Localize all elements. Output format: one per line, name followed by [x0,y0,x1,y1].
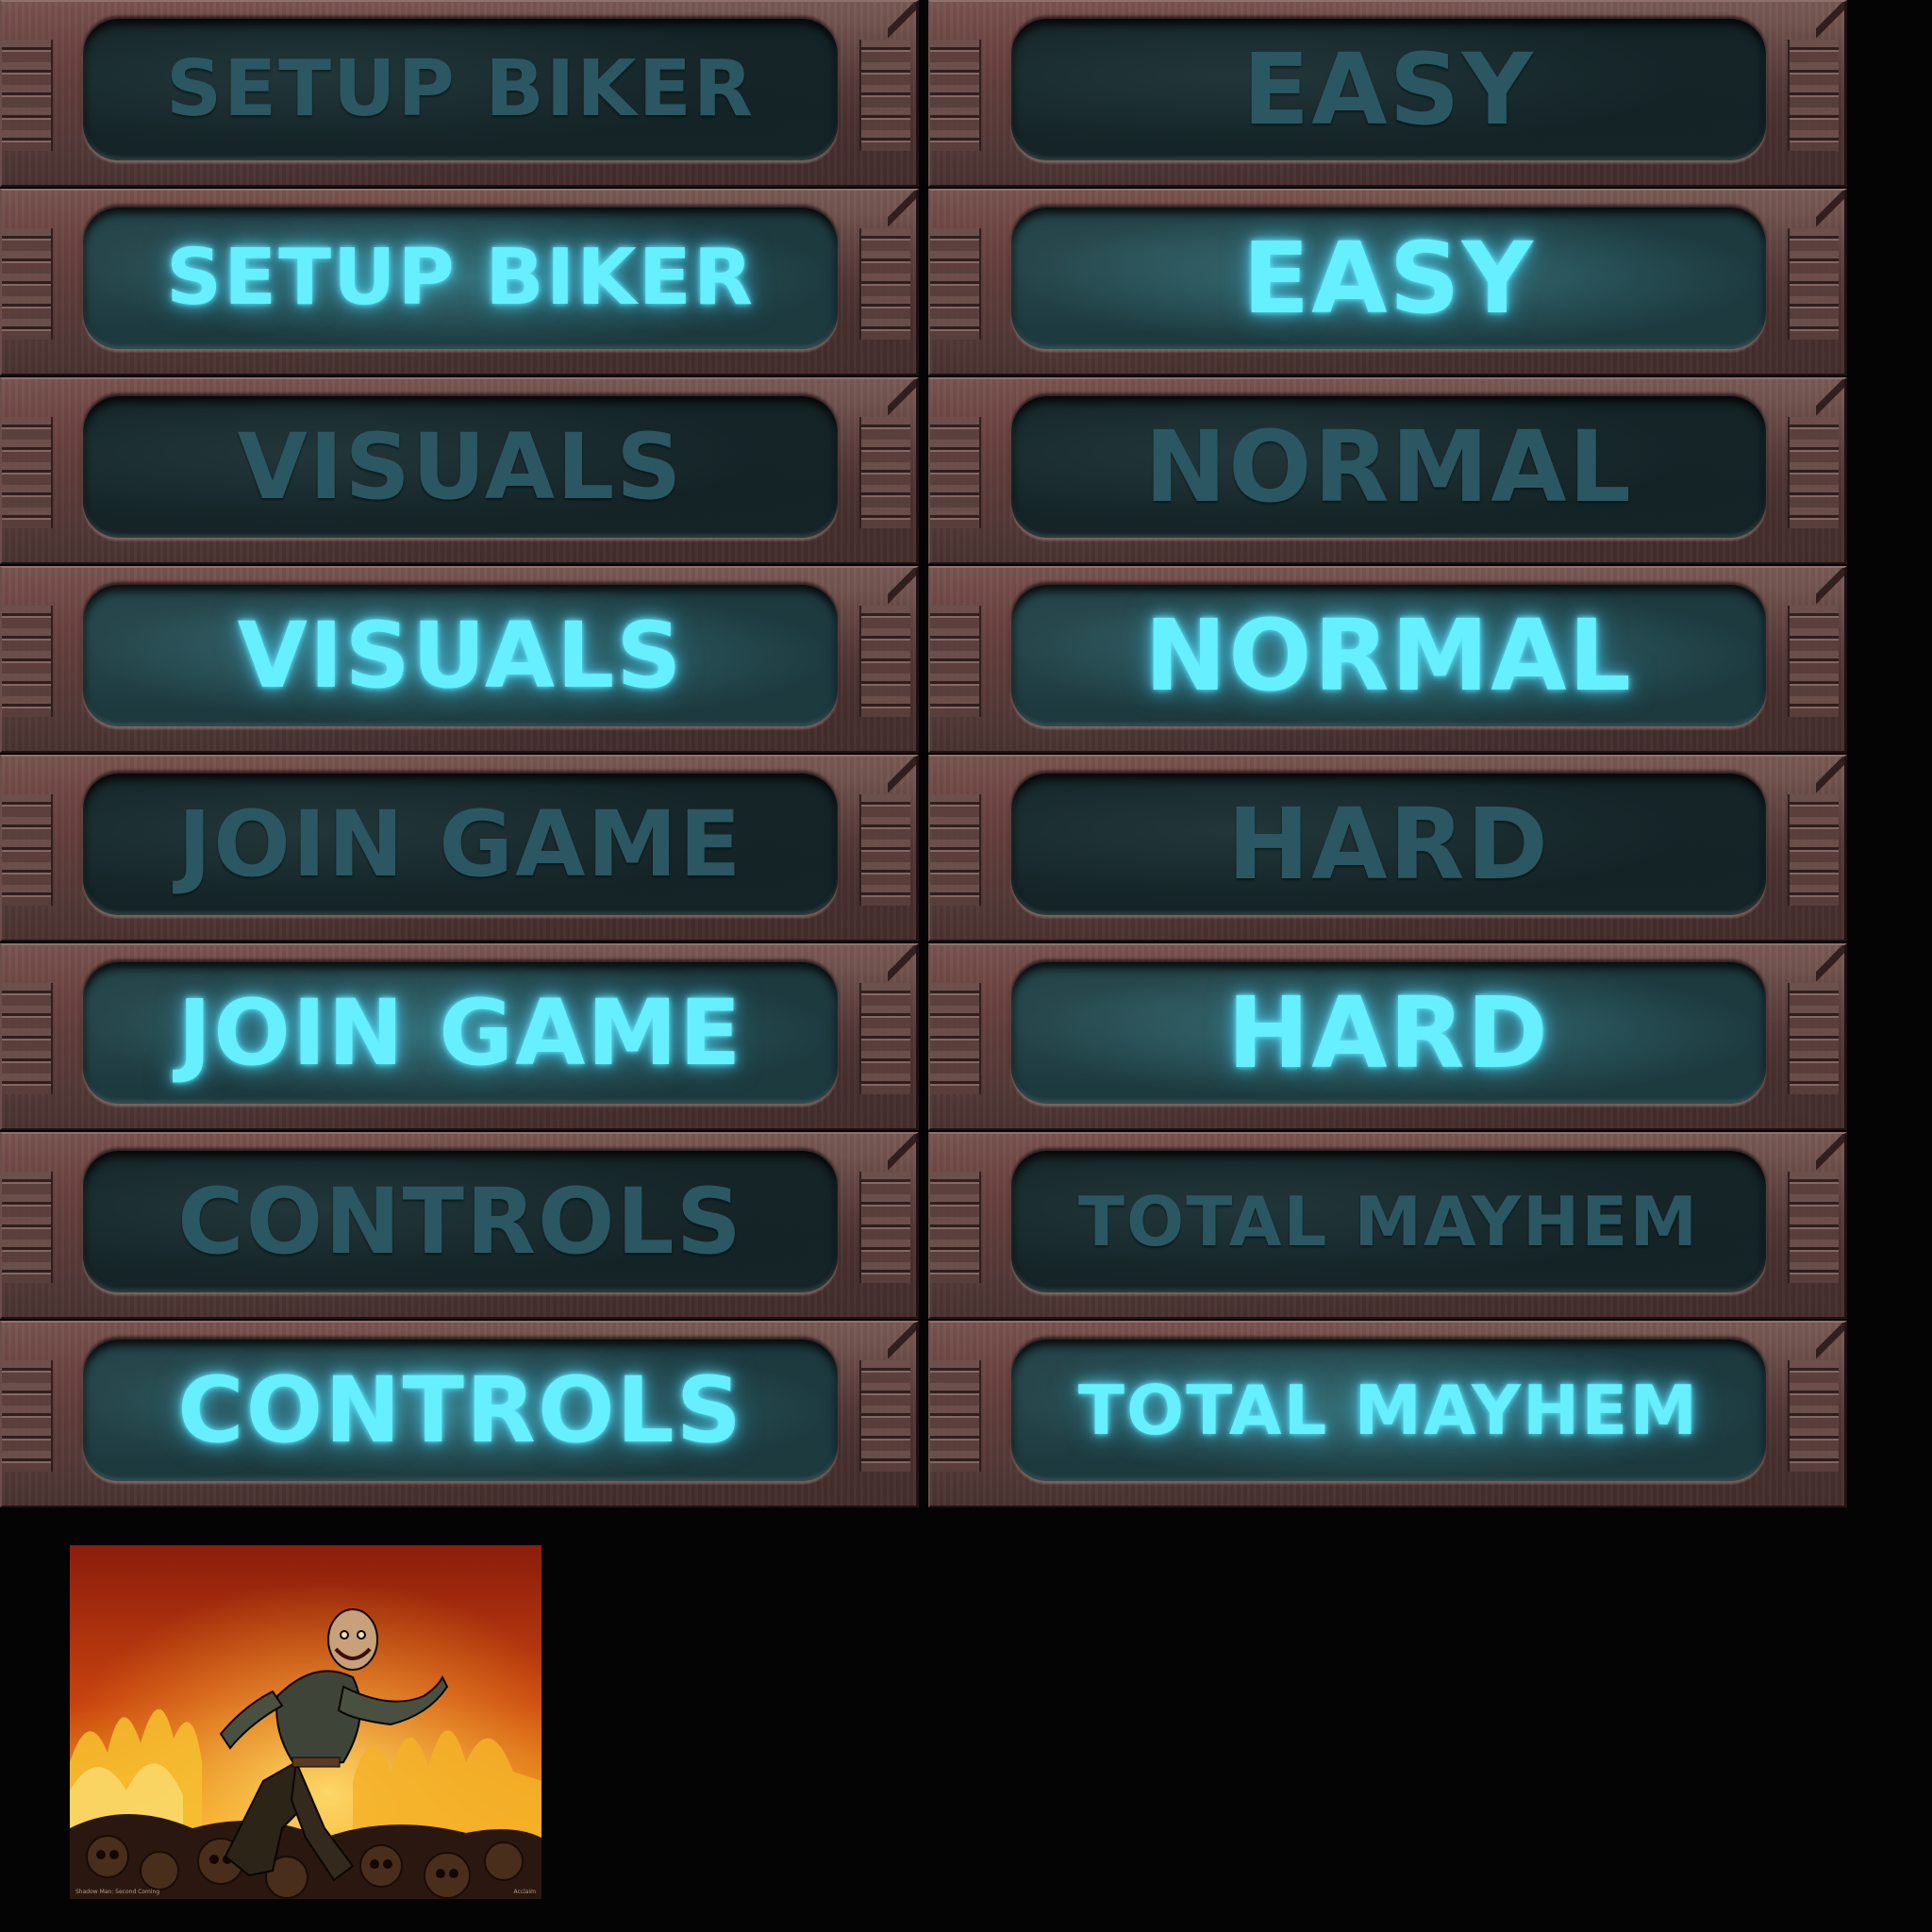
button-label: CONTROLS [177,1169,743,1274]
button-screen: JOIN GAME [83,774,838,915]
ridge-icon [2,40,53,151]
ridge-icon [2,983,53,1094]
difficulty-button-hard[interactable]: HARD [928,755,1847,941]
ridge-icon [1788,191,1844,340]
button-label: NORMAL [1144,598,1633,713]
button-label: VISUALS [237,603,684,708]
ridge-icon [859,757,916,906]
menu-button-join-game-highlighted[interactable]: JOIN GAME [0,943,919,1130]
artwork-caption: Shadow Man: Second Coming [75,1889,160,1895]
difficulty-button-total-mayhem[interactable]: TOTAL MAYHEM [928,1132,1847,1319]
menu-button-visuals[interactable]: VISUALS [0,377,919,564]
difficulty-column: EASY EASY NORMAL NORMAL HARD HARD TOTAL … [928,0,1847,1509]
button-screen: CONTROLS [83,1151,838,1292]
button-screen: CONTROLS [83,1340,838,1481]
button-screen: TOTAL MAYHEM [1011,1151,1766,1292]
ridge-icon [859,2,916,151]
artwork-credit: Acclaim [513,1889,536,1895]
menu-button-controls[interactable]: CONTROLS [0,1132,919,1319]
button-screen: NORMAL [1011,585,1766,726]
ridge-icon [859,1323,916,1472]
button-screen: SETUP BIKER [83,208,838,349]
button-screen: HARD [1011,774,1766,915]
button-label: VISUALS [237,414,684,520]
button-label: SETUP BIKER [166,44,755,134]
difficulty-button-normal-highlighted[interactable]: NORMAL [928,566,1847,753]
menu-sprite-sheet: SETUP BIKER SETUP BIKER VISUALS VISUALS [0,0,1849,1509]
ridge-icon [2,1360,53,1472]
button-label: EASY [1242,221,1535,336]
cover-artwork: Shadow Man: Second Coming Acclaim [70,1545,541,1899]
difficulty-button-total-mayhem-highlighted[interactable]: TOTAL MAYHEM [928,1321,1847,1507]
menu-button-controls-highlighted[interactable]: CONTROLS [0,1321,919,1507]
button-screen: EASY [1011,19,1766,160]
button-screen: NORMAL [1011,396,1766,538]
button-screen: EASY [1011,208,1766,349]
ridge-icon [930,228,981,340]
ridge-icon [930,1172,981,1283]
ridge-icon [930,606,981,717]
button-screen: SETUP BIKER [83,19,838,160]
button-screen: VISUALS [83,585,838,726]
cover-artwork-image [70,1545,541,1899]
ridge-icon [1788,757,1844,906]
ridge-icon [1788,1323,1844,1472]
menu-button-setup-biker-highlighted[interactable]: SETUP BIKER [0,189,919,375]
ridge-icon [930,417,981,528]
ridge-icon [859,1134,916,1283]
ridge-icon [859,568,916,717]
button-label: JOIN GAME [177,791,743,897]
difficulty-button-hard-highlighted[interactable]: HARD [928,943,1847,1130]
ridge-icon [2,417,53,528]
button-label: TOTAL MAYHEM [1077,1371,1700,1450]
menu-button-join-game[interactable]: JOIN GAME [0,755,919,941]
button-label: SETUP BIKER [166,233,755,323]
difficulty-button-normal[interactable]: NORMAL [928,377,1847,564]
ridge-icon [1788,379,1844,528]
menu-button-setup-biker[interactable]: SETUP BIKER [0,0,919,187]
button-label: HARD [1227,975,1550,1091]
ridge-icon [930,983,981,1094]
button-screen: HARD [1011,962,1766,1104]
ridge-icon [930,1360,981,1472]
ridge-icon [930,40,981,151]
ridge-icon [2,606,53,717]
main-menu-column: SETUP BIKER SETUP BIKER VISUALS VISUALS [0,0,919,1509]
difficulty-button-easy[interactable]: EASY [928,0,1847,187]
button-screen: JOIN GAME [83,962,838,1104]
ridge-icon [930,794,981,906]
ridge-icon [1788,1134,1844,1283]
difficulty-button-easy-highlighted[interactable]: EASY [928,189,1847,375]
button-label: JOIN GAME [177,980,743,1086]
ridge-icon [1788,2,1844,151]
ridge-icon [859,191,916,340]
button-label: HARD [1227,787,1550,902]
ridge-icon [2,228,53,340]
button-label: EASY [1242,32,1535,147]
ridge-icon [2,1172,53,1283]
button-screen: VISUALS [83,396,838,538]
menu-button-visuals-highlighted[interactable]: VISUALS [0,566,919,753]
button-label: CONTROLS [177,1357,743,1463]
button-label: TOTAL MAYHEM [1077,1182,1700,1261]
ridge-icon [2,794,53,906]
button-screen: TOTAL MAYHEM [1011,1340,1766,1481]
ridge-icon [1788,945,1844,1094]
button-label: NORMAL [1144,409,1633,525]
ridge-icon [859,379,916,528]
ridge-icon [859,945,916,1094]
ridge-icon [1788,568,1844,717]
